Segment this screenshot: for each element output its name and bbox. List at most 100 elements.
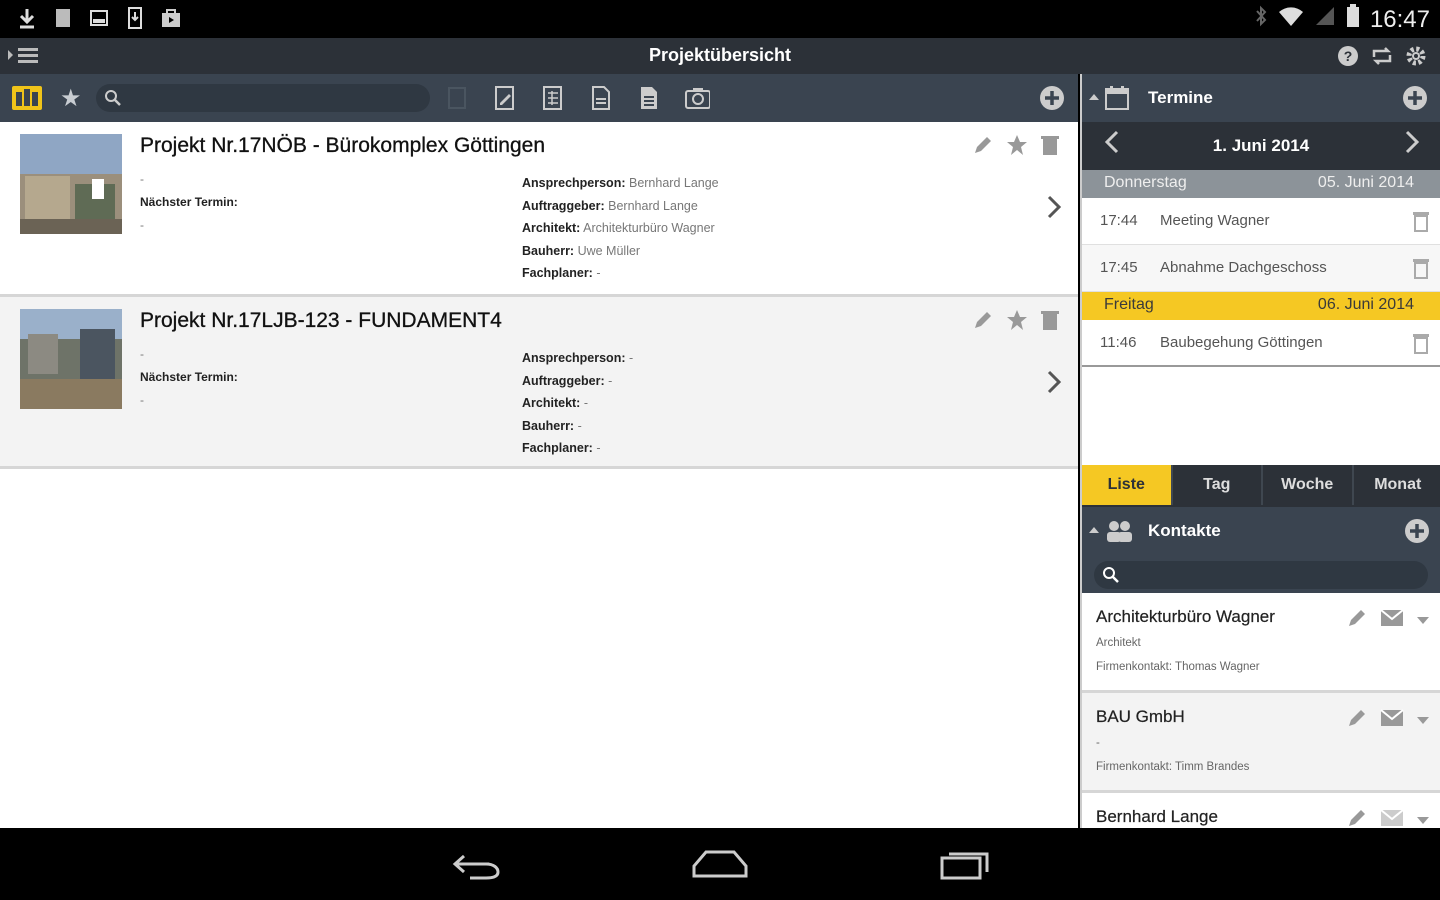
image-icon — [88, 6, 110, 30]
system-nav-bar — [0, 828, 1440, 900]
plan-document-icon[interactable] — [540, 84, 566, 112]
chevron-down-icon[interactable] — [1416, 712, 1430, 730]
contact-item[interactable]: BAU GmbH - Firmenkontakt: Timm Brandes — [1082, 693, 1440, 793]
back-icon[interactable] — [448, 846, 508, 882]
collapse-arrow-icon[interactable] — [1089, 527, 1099, 533]
page-title: Projektübersicht — [648, 45, 792, 65]
next-appointment-value: - — [140, 218, 144, 232]
shop-bag-icon — [160, 6, 182, 30]
search-icon — [1102, 566, 1120, 589]
appointment-item[interactable]: 11:46 Baubegehung Göttingen — [1082, 320, 1440, 367]
filter-icon[interactable] — [444, 84, 470, 112]
help-icon[interactable]: ? — [1336, 44, 1360, 68]
project-subtitle: - — [140, 347, 144, 361]
tab-monat[interactable]: Monat — [1354, 465, 1440, 505]
chevron-down-icon[interactable] — [1416, 612, 1430, 630]
search-icon — [104, 89, 122, 112]
camera-icon[interactable] — [684, 84, 710, 112]
contact-company-contact: Firmenkontakt: Timm Brandes — [1096, 761, 1250, 773]
next-appointment-label: Nächster Termin: — [140, 370, 238, 384]
project-title: Projekt Nr.17LJB-123 - FUNDAMENT4 — [140, 309, 502, 332]
battery-icon — [1346, 4, 1360, 35]
calendar-view-tabs: Liste Tag Woche Monat — [1082, 465, 1440, 507]
app-bar: Projektübersicht ? — [0, 38, 1440, 74]
favorite-star-icon[interactable] — [1006, 134, 1028, 161]
wifi-icon — [1278, 5, 1304, 34]
tab-woche[interactable]: Woche — [1263, 465, 1354, 505]
edit-pencil-icon[interactable] — [1346, 607, 1368, 634]
project-title: Projekt Nr.17NÖB - Bürokomplex Göttingen — [140, 134, 546, 157]
delete-trash-icon[interactable] — [1412, 210, 1430, 236]
project-thumbnail — [20, 309, 122, 409]
appointment-item[interactable]: 17:45 Abnahme Dachgeschoss — [1082, 245, 1440, 292]
contact-search-bar — [1082, 557, 1440, 593]
date-navigator: 1. Juni 2014 — [1082, 122, 1440, 170]
document-icon[interactable] — [588, 84, 614, 112]
tab-liste[interactable]: Liste — [1082, 465, 1173, 505]
delete-trash-icon[interactable] — [1412, 257, 1430, 283]
mail-icon[interactable] — [1380, 609, 1404, 632]
signal-icon — [1314, 5, 1336, 34]
sd-card-icon — [52, 6, 74, 30]
recent-apps-icon[interactable] — [935, 846, 995, 882]
delete-trash-icon[interactable] — [1412, 332, 1430, 358]
tab-tag[interactable]: Tag — [1173, 465, 1263, 505]
termine-title: Termine — [1148, 88, 1213, 107]
project-search-input[interactable] — [96, 84, 430, 112]
sync-icon[interactable] — [1370, 44, 1394, 68]
contact-role: - — [1096, 737, 1100, 749]
kontakte-title: Kontakte — [1148, 521, 1221, 540]
day-header: Freitag 06. Juni 2014 — [1082, 292, 1440, 320]
home-icon[interactable] — [690, 846, 750, 882]
kontakte-header[interactable]: Kontakte — [1082, 507, 1440, 557]
contact-company-contact: Firmenkontakt: Thomas Wagner — [1096, 661, 1260, 673]
project-card[interactable]: Projekt Nr.17NÖB - Bürokomplex Göttingen… — [0, 122, 1078, 297]
delete-trash-icon[interactable] — [1040, 309, 1060, 336]
report-document-icon[interactable] — [636, 84, 662, 112]
day-header: Donnerstag 05. Juni 2014 — [1082, 170, 1440, 198]
mail-icon[interactable] — [1380, 809, 1404, 828]
favorite-star-icon[interactable] — [1006, 309, 1028, 336]
side-panel: Termine 1. Juni 2014 Donnerstag 05. Juni… — [1080, 74, 1440, 828]
download-icon — [16, 6, 38, 30]
edit-pencil-icon[interactable] — [1346, 707, 1368, 734]
chevron-right-icon[interactable] — [1404, 128, 1420, 163]
app-logo-icon[interactable] — [12, 86, 42, 110]
appointment-item[interactable]: 17:44 Meeting Wagner — [1082, 198, 1440, 245]
contact-item[interactable]: Architekturbüro Wagner Architekt Firmenk… — [1082, 593, 1440, 693]
project-list: Projekt Nr.17NÖB - Bürokomplex Göttingen… — [0, 122, 1078, 828]
svg-text:?: ? — [1344, 48, 1353, 64]
mail-icon[interactable] — [1380, 709, 1404, 732]
chevron-right-icon[interactable] — [1046, 194, 1062, 228]
project-card[interactable]: Projekt Nr.17LJB-123 - FUNDAMENT4 - Näch… — [0, 297, 1078, 469]
current-date: 1. Juni 2014 — [1212, 136, 1310, 155]
edit-pencil-icon[interactable] — [1346, 807, 1368, 828]
favorites-star-icon[interactable]: ★ — [60, 84, 82, 113]
settings-gear-icon[interactable] — [1404, 44, 1428, 68]
project-thumbnail — [20, 134, 122, 234]
next-appointment-label: Nächster Termin: — [140, 195, 238, 209]
termine-header[interactable]: Termine — [1082, 74, 1440, 122]
contact-item[interactable]: Bernhard Lange — [1082, 793, 1440, 828]
delete-trash-icon[interactable] — [1040, 134, 1060, 161]
add-contact-button[interactable] — [1404, 518, 1430, 549]
contact-name: BAU GmbH — [1096, 707, 1185, 726]
edit-pencil-icon[interactable] — [972, 134, 994, 161]
next-appointment-value: - — [140, 393, 144, 407]
contact-search-input[interactable] — [1094, 561, 1428, 589]
collapse-arrow-icon[interactable] — [1089, 94, 1099, 100]
project-subtitle: - — [140, 172, 144, 186]
project-info: Ansprechperson: - Auftraggeber: - Archit… — [522, 351, 634, 455]
contact-name: Architekturbüro Wagner — [1096, 607, 1275, 626]
contact-name: Bernhard Lange — [1096, 807, 1218, 826]
project-info: Ansprechperson: Bernhard Lange Auftragge… — [522, 176, 719, 280]
add-appointment-button[interactable] — [1402, 85, 1428, 116]
calendar-icon — [1104, 85, 1130, 116]
contacts-group-icon — [1104, 518, 1134, 549]
chevron-right-icon[interactable] — [1046, 369, 1062, 403]
contact-role: Architekt — [1096, 637, 1141, 649]
edit-pencil-icon[interactable] — [972, 309, 994, 336]
edit-document-icon[interactable] — [492, 84, 518, 112]
add-project-button[interactable] — [1038, 84, 1066, 117]
chevron-down-icon[interactable] — [1416, 812, 1430, 829]
